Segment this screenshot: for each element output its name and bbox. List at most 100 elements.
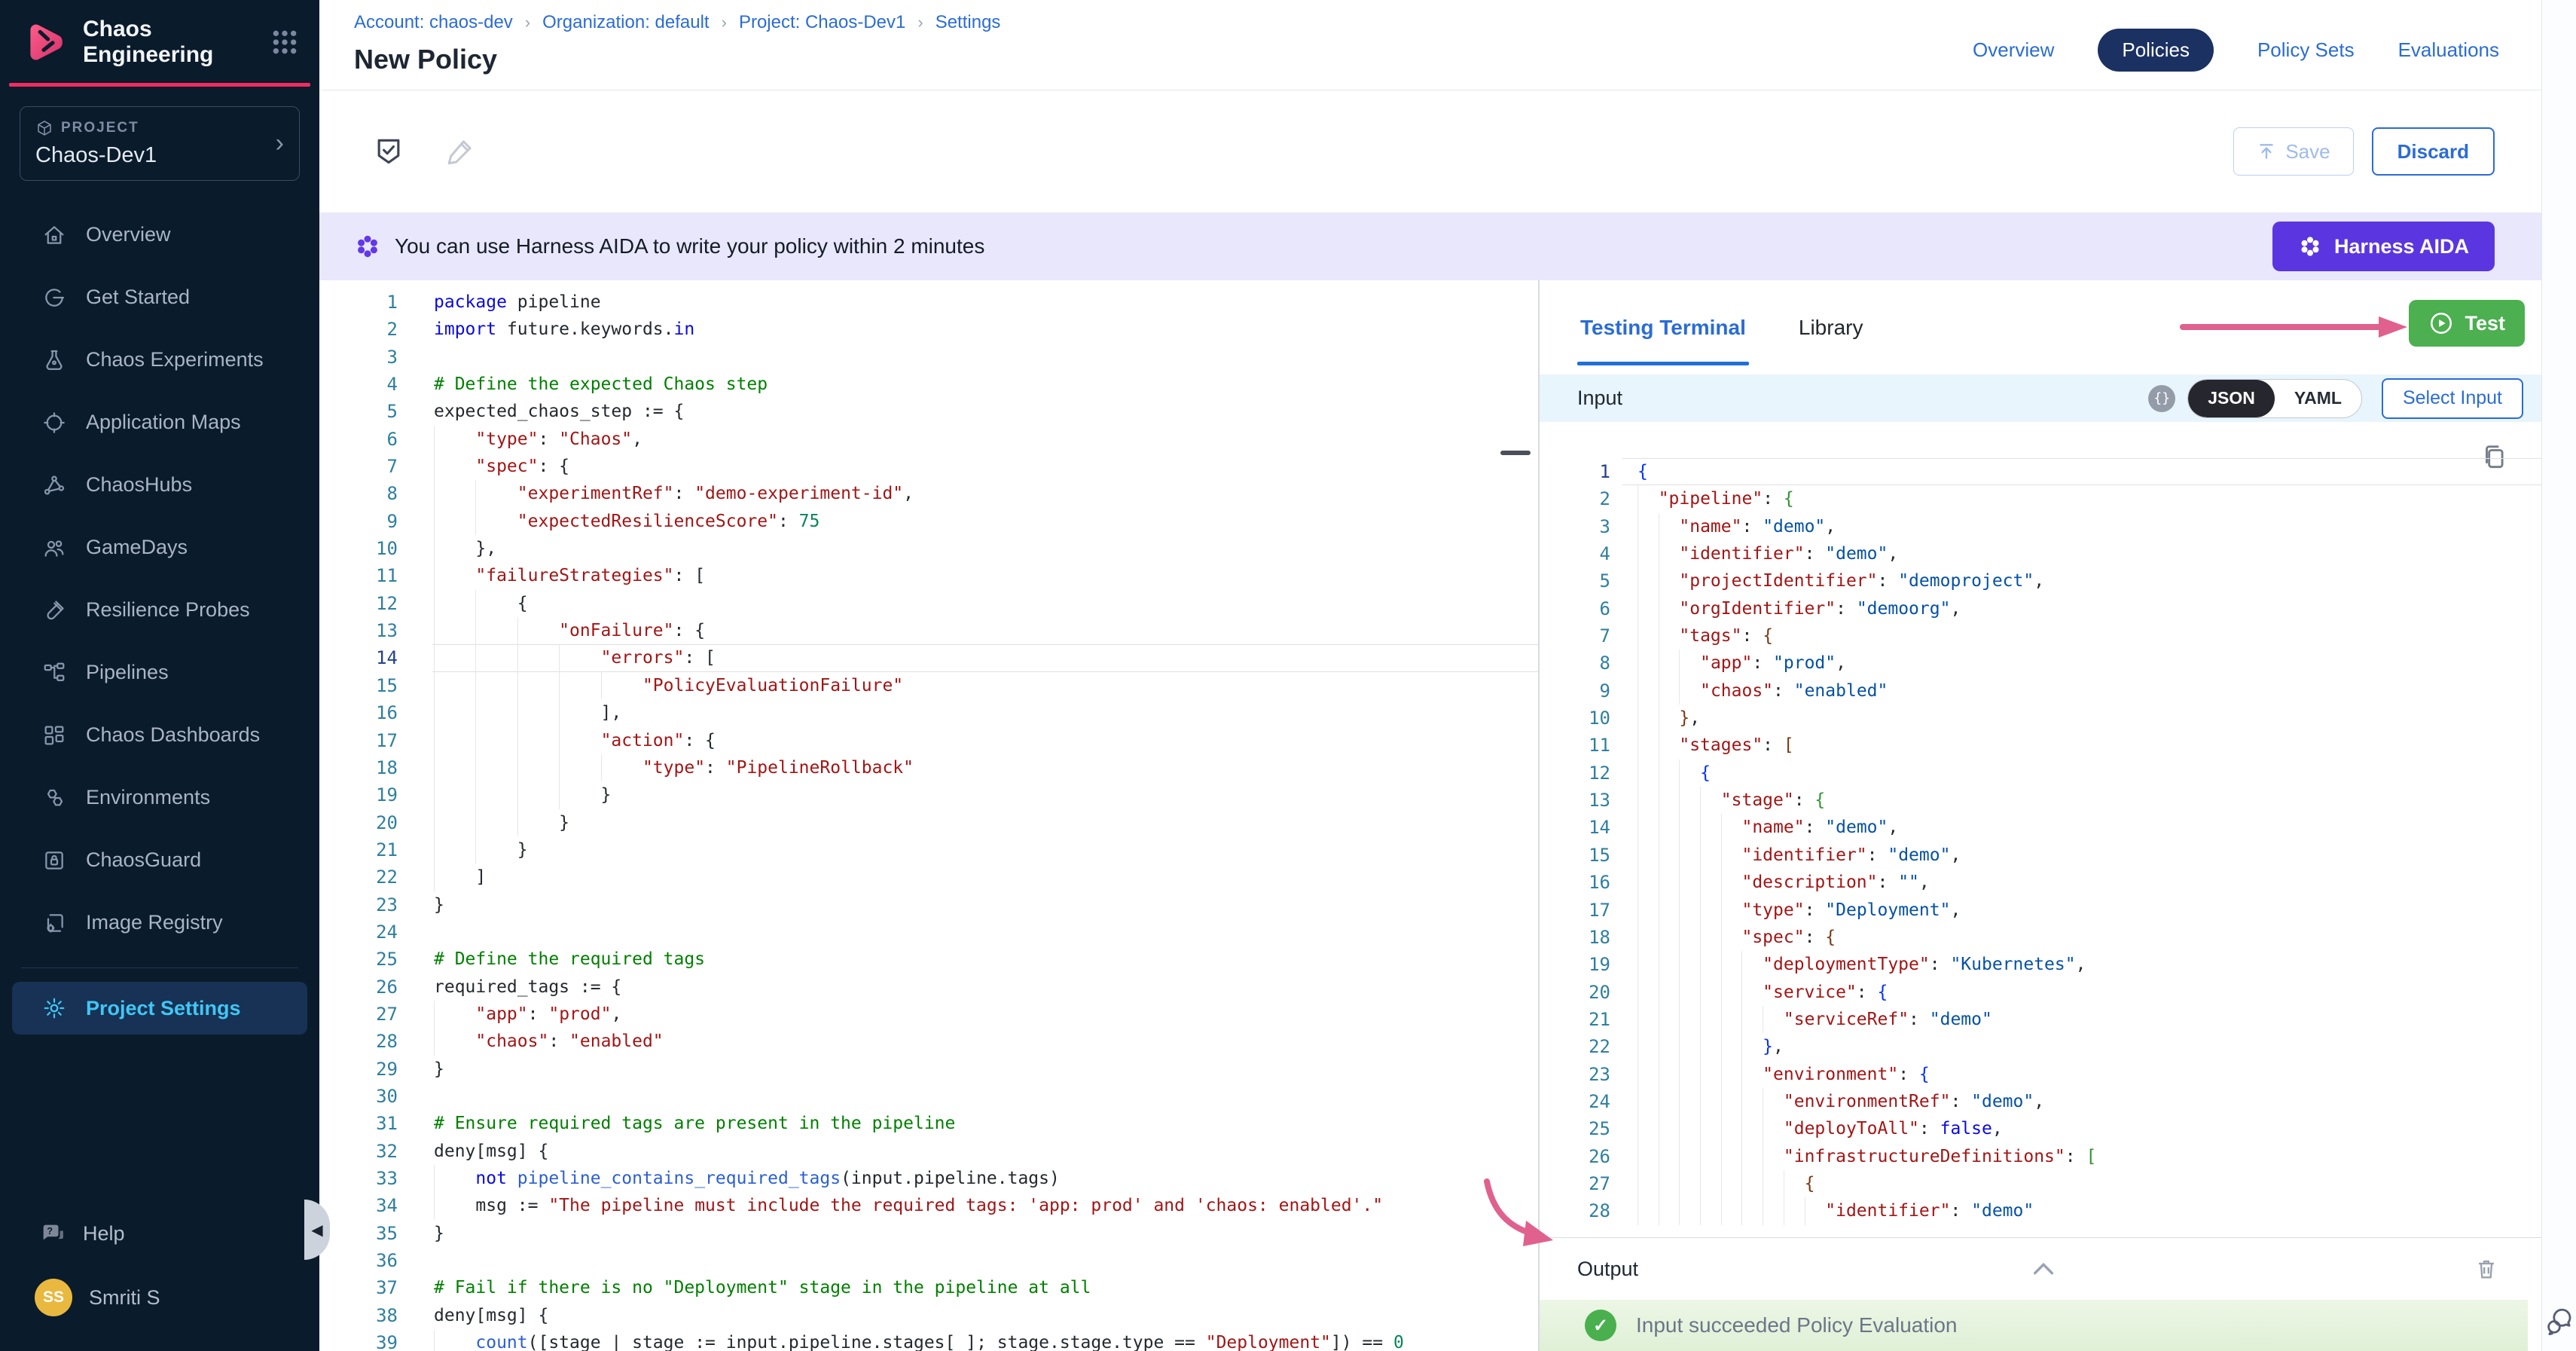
- sidebar-item-environments[interactable]: Environments: [0, 766, 319, 829]
- top-nav-evaluations[interactable]: Evaluations: [2398, 38, 2499, 62]
- code-line-8[interactable]: 8 "app": "prod",: [1540, 650, 2541, 677]
- code-line-25[interactable]: 25 "deployToAll": false,: [1540, 1115, 2541, 1142]
- resource-center-chat-icon[interactable]: [2544, 1306, 2575, 1337]
- test-button[interactable]: Test: [2409, 300, 2525, 347]
- json-yaml-toggle[interactable]: JSON YAML: [2187, 379, 2362, 418]
- breadcrumb-item[interactable]: Settings: [935, 12, 1001, 33]
- shield-check-icon[interactable]: [372, 135, 405, 168]
- trash-icon[interactable]: [2474, 1256, 2499, 1282]
- code-line-31[interactable]: 31# Ensure required tags are present in …: [319, 1110, 1538, 1137]
- code-line-27[interactable]: 27 "app": "prod",: [319, 1001, 1538, 1028]
- code-line-2[interactable]: 2 "pipeline": {: [1540, 485, 2541, 512]
- code-line-21[interactable]: 21 "serviceRef": "demo": [1540, 1006, 2541, 1033]
- code-line-24[interactable]: 24: [319, 918, 1538, 946]
- code-line-23[interactable]: 23 "environment": {: [1540, 1061, 2541, 1088]
- code-line-37[interactable]: 37# Fail if there is no "Deployment" sta…: [319, 1274, 1538, 1301]
- code-line-9[interactable]: 9 "expectedResilienceScore": 75: [319, 508, 1538, 535]
- toggle-json[interactable]: JSON: [2188, 380, 2275, 417]
- harness-aida-button[interactable]: Harness AIDA: [2272, 222, 2495, 271]
- code-line-4[interactable]: 4 "identifier": "demo",: [1540, 540, 2541, 567]
- code-line-5[interactable]: 5expected_chaos_step := {: [319, 398, 1538, 425]
- code-line-5[interactable]: 5 "projectIdentifier": "demoproject",: [1540, 567, 2541, 595]
- code-line-13[interactable]: 13 "stage": {: [1540, 787, 2541, 814]
- top-nav-overview[interactable]: Overview: [1973, 38, 2054, 62]
- discard-button[interactable]: Discard: [2372, 127, 2495, 176]
- top-nav-policies[interactable]: Policies: [2098, 29, 2214, 72]
- code-line-38[interactable]: 38deny[msg] {: [319, 1302, 1538, 1329]
- code-line-22[interactable]: 22 ]: [319, 863, 1538, 891]
- code-line-11[interactable]: 11 "stages": [: [1540, 732, 2541, 759]
- breadcrumb-item[interactable]: Project: Chaos-Dev1: [739, 12, 905, 33]
- code-line-34[interactable]: 34 msg := "The pipeline must include the…: [319, 1192, 1538, 1219]
- code-line-28[interactable]: 28 "identifier": "demo": [1540, 1197, 2541, 1224]
- code-line-1[interactable]: 1{: [1540, 458, 2541, 485]
- code-line-10[interactable]: 10 },: [1540, 705, 2541, 732]
- module-grid-icon[interactable]: [270, 27, 300, 57]
- code-line-8[interactable]: 8 "experimentRef": "demo-experiment-id",: [319, 480, 1538, 507]
- code-line-14[interactable]: 14 "errors": [: [319, 644, 1538, 671]
- code-line-14[interactable]: 14 "name": "demo",: [1540, 814, 2541, 841]
- toggle-yaml[interactable]: YAML: [2275, 380, 2361, 417]
- code-line-18[interactable]: 18 "type": "PipelineRollback": [319, 754, 1538, 781]
- format-input-icon[interactable]: {}: [2148, 385, 2175, 412]
- code-line-12[interactable]: 12 {: [1540, 760, 2541, 787]
- top-nav-policy-sets[interactable]: Policy Sets: [2257, 38, 2355, 62]
- code-line-4[interactable]: 4# Define the expected Chaos step: [319, 371, 1538, 398]
- code-line-11[interactable]: 11 "failureStrategies": [: [319, 562, 1538, 589]
- sidebar-item-overview[interactable]: Overview: [0, 203, 319, 266]
- code-line-7[interactable]: 7 "spec": {: [319, 453, 1538, 480]
- sidebar-item-application-maps[interactable]: Application Maps: [0, 391, 319, 454]
- save-button[interactable]: Save: [2233, 127, 2353, 176]
- code-line-35[interactable]: 35}: [319, 1220, 1538, 1247]
- project-selector[interactable]: PROJECT Chaos-Dev1 ›: [20, 106, 300, 181]
- code-line-26[interactable]: 26 "infrastructureDefinitions": [: [1540, 1143, 2541, 1170]
- code-line-16[interactable]: 16 ],: [319, 699, 1538, 726]
- code-line-26[interactable]: 26required_tags := {: [319, 974, 1538, 1001]
- code-line-1[interactable]: 1package pipeline: [319, 289, 1538, 316]
- code-line-2[interactable]: 2import future.keywords.in: [319, 316, 1538, 343]
- chevron-up-icon[interactable]: [2031, 1258, 2056, 1280]
- code-line-6[interactable]: 6 "orgIdentifier": "demoorg",: [1540, 595, 2541, 622]
- code-line-22[interactable]: 22 },: [1540, 1033, 2541, 1060]
- code-line-12[interactable]: 12 {: [319, 590, 1538, 617]
- code-line-28[interactable]: 28 "chaos": "enabled": [319, 1028, 1538, 1055]
- sidebar-item-pipelines[interactable]: Pipelines: [0, 641, 319, 704]
- code-line-27[interactable]: 27 {: [1540, 1170, 2541, 1197]
- edit-pencil-icon[interactable]: [444, 136, 476, 167]
- code-line-33[interactable]: 33 not pipeline_contains_required_tags(i…: [319, 1165, 1538, 1192]
- code-line-17[interactable]: 17 "type": "Deployment",: [1540, 897, 2541, 924]
- code-line-18[interactable]: 18 "spec": {: [1540, 924, 2541, 951]
- code-line-15[interactable]: 15 "PolicyEvaluationFailure": [319, 672, 1538, 699]
- user-menu[interactable]: SS Smriti S: [0, 1264, 319, 1331]
- code-line-3[interactable]: 3: [319, 344, 1538, 371]
- code-line-19[interactable]: 19 }: [319, 781, 1538, 808]
- code-line-32[interactable]: 32deny[msg] {: [319, 1138, 1538, 1165]
- help-button[interactable]: ? Help: [0, 1203, 319, 1264]
- tab-testing-terminal[interactable]: Testing Terminal: [1580, 280, 1746, 374]
- code-line-23[interactable]: 23}: [319, 891, 1538, 918]
- code-line-20[interactable]: 20 "service": {: [1540, 979, 2541, 1006]
- sidebar-item-image-registry[interactable]: Image Registry: [0, 891, 319, 954]
- code-line-6[interactable]: 6 "type": "Chaos",: [319, 426, 1538, 453]
- sidebar-item-project-settings[interactable]: Project Settings: [12, 982, 307, 1035]
- sidebar-item-gamedays[interactable]: GameDays: [0, 516, 319, 579]
- breadcrumb-item[interactable]: Account: chaos-dev: [354, 12, 513, 33]
- code-line-13[interactable]: 13 "onFailure": {: [319, 617, 1538, 644]
- split-drag-handle[interactable]: [1500, 451, 1531, 455]
- code-line-29[interactable]: 29}: [319, 1056, 1538, 1083]
- code-line-7[interactable]: 7 "tags": {: [1540, 622, 2541, 650]
- breadcrumb-item[interactable]: Organization: default: [542, 12, 709, 33]
- code-line-3[interactable]: 3 "name": "demo",: [1540, 513, 2541, 540]
- code-line-19[interactable]: 19 "deploymentType": "Kubernetes",: [1540, 951, 2541, 978]
- sidebar-item-chaos-dashboards[interactable]: Chaos Dashboards: [0, 704, 319, 766]
- sidebar-item-chaoshubs[interactable]: ChaosHubs: [0, 454, 319, 516]
- code-line-30[interactable]: 30: [319, 1083, 1538, 1110]
- input-json-editor[interactable]: 1{2 "pipeline": {3 "name": "demo",4 "ide…: [1540, 422, 2541, 1237]
- code-line-10[interactable]: 10 },: [319, 535, 1538, 562]
- code-line-15[interactable]: 15 "identifier": "demo",: [1540, 842, 2541, 869]
- code-line-25[interactable]: 25# Define the required tags: [319, 946, 1538, 973]
- sidebar-item-get-started[interactable]: Get Started: [0, 266, 319, 329]
- code-line-20[interactable]: 20 }: [319, 809, 1538, 836]
- code-line-21[interactable]: 21 }: [319, 836, 1538, 863]
- policy-code-editor[interactable]: 1package pipeline2import future.keywords…: [319, 280, 1538, 1351]
